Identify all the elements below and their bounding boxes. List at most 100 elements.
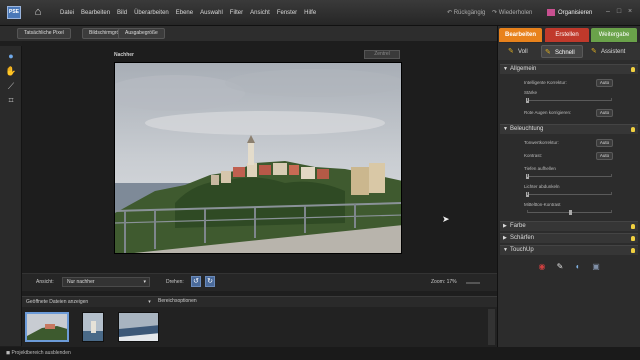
rotate-label: Drehen: xyxy=(166,279,184,285)
whiten-teeth-tool-icon[interactable]: ✎ xyxy=(554,262,566,272)
bin-show-select[interactable]: Geöffnete Dateien anzeigen ▾ xyxy=(26,298,154,306)
menu-file[interactable]: Datei xyxy=(60,10,74,16)
shadows-label: Tiefen aufhellen xyxy=(524,166,556,171)
rotate-right-button[interactable]: ↻ xyxy=(205,276,215,287)
highlights-ticks xyxy=(527,192,612,195)
smart-fix-auto-button[interactable]: Auto xyxy=(596,79,613,87)
photo-image xyxy=(115,63,401,253)
levels-label: Tonwertkorrektur: xyxy=(524,140,559,145)
view-select-value: Nur nachher xyxy=(67,279,95,285)
brush-icon: ✎ xyxy=(545,49,551,56)
after-label: Nachher xyxy=(114,52,135,58)
levels-auto-button[interactable]: Auto xyxy=(596,139,613,147)
red-eye-tool-icon[interactable]: ◉ xyxy=(536,262,548,272)
bin-thumbnail[interactable] xyxy=(118,312,159,342)
main-menu: Datei Bearbeiten Bild Überarbeiten Ebene… xyxy=(60,10,316,16)
menu-select[interactable]: Auswahl xyxy=(200,10,223,16)
tab-edit[interactable]: Bearbeiten xyxy=(499,28,542,42)
photo-canvas[interactable] xyxy=(114,62,402,254)
bulb-icon xyxy=(631,236,635,241)
menu-edit[interactable]: Bearbeiten xyxy=(81,10,110,16)
mouse-cursor-icon: ➤ xyxy=(442,214,450,224)
black-white-tool-icon[interactable]: ▣ xyxy=(590,262,602,272)
maximize-icon[interactable]: □ xyxy=(615,8,623,16)
hand-tool-icon[interactable]: ✋ xyxy=(4,65,18,78)
bin-scrollbar[interactable] xyxy=(488,309,495,345)
blue-sky-tool-icon[interactable]: ◐ xyxy=(572,262,584,272)
triangle-down-icon: ▼ xyxy=(503,126,508,132)
highlights-label: Lichter abdunkeln xyxy=(524,184,560,189)
bulb-icon xyxy=(631,248,635,253)
brush-icon: ✎ xyxy=(508,48,514,55)
section-color[interactable]: ▶ Farbe xyxy=(500,221,638,231)
zoom-tool-icon[interactable]: ● xyxy=(4,50,18,63)
home-icon[interactable]: ⌂ xyxy=(31,6,45,19)
view-label: Ansicht: xyxy=(36,279,54,285)
subtab-quick[interactable]: ✎ Schnell xyxy=(541,45,583,58)
close-icon[interactable]: × xyxy=(626,8,634,16)
zoom-value: 17% xyxy=(446,279,457,285)
menu-filter[interactable]: Filter xyxy=(230,10,243,16)
triangle-down-icon: ▼ xyxy=(503,66,508,72)
midtone-ticks xyxy=(527,210,612,213)
undo-button[interactable]: ↶ Rückgängig xyxy=(447,9,485,16)
print-size-button[interactable]: Ausgabegröße xyxy=(118,28,165,39)
redo-button[interactable]: ↷ Wiederholen xyxy=(492,9,532,16)
actual-pixels-button[interactable]: Tatsächliche Pixel xyxy=(17,28,71,39)
status-text: Projektbereich ausblenden xyxy=(11,350,71,356)
menu-view[interactable]: Ansicht xyxy=(250,10,270,16)
subtab-guided[interactable]: ✎ Assistent xyxy=(588,45,634,58)
bin-select-value: Geöffnete Dateien anzeigen xyxy=(26,299,89,305)
bin-thumbnail[interactable] xyxy=(25,312,69,342)
section-sharpen-title: Schärfen xyxy=(510,235,535,241)
chevron-down-icon: ▾ xyxy=(143,279,146,285)
bin-thumbnail[interactable] xyxy=(82,312,104,342)
subtab-quick-label: Schnell xyxy=(555,50,575,56)
menu-window[interactable]: Fenster xyxy=(277,10,297,16)
zoom-readout: Zoom: 17% xyxy=(431,279,457,285)
app-logo-icon[interactable]: PSE xyxy=(7,6,21,19)
smart-fix-label: Intelligente Korrektur: xyxy=(524,80,567,85)
thumbnail-image xyxy=(119,313,158,341)
subtab-full-label: Voll xyxy=(518,49,528,55)
undo-icon: ↶ xyxy=(447,10,454,16)
contrast-label: Kontrast: xyxy=(524,153,543,158)
view-select[interactable]: Nur nachher ▾ xyxy=(62,277,150,287)
red-eye-auto-button[interactable]: Auto xyxy=(596,109,613,117)
tab-create[interactable]: Erstellen xyxy=(545,28,589,42)
crop-tool-icon[interactable]: ⌗ xyxy=(4,94,18,107)
organizer-label: Organisieren xyxy=(558,10,593,17)
section-touchup[interactable]: ▼ TouchUp xyxy=(500,245,638,255)
section-sharpen[interactable]: ▶ Schärfen xyxy=(500,233,638,243)
zoom-box[interactable]: Zentrel xyxy=(364,50,400,59)
section-lighting-title: Beleuchtung xyxy=(510,126,544,132)
quick-selection-tool-icon[interactable]: ⟋ xyxy=(4,80,18,93)
section-general-title: Allgemein xyxy=(510,66,537,72)
tab-share[interactable]: Weitergabe xyxy=(591,28,637,42)
options-bar xyxy=(0,26,497,41)
bin-options-menu[interactable]: Bereichsoptionen xyxy=(158,298,197,304)
hide-bin-toggle[interactable]: ◼ Projektbereich ausblenden xyxy=(6,350,71,356)
menu-help[interactable]: Hilfe xyxy=(304,10,316,16)
minimize-icon[interactable]: – xyxy=(604,8,612,16)
thumbnail-image xyxy=(27,314,67,340)
contrast-auto-button[interactable]: Auto xyxy=(596,152,613,160)
chevron-down-icon: ▾ xyxy=(148,299,151,305)
rotate-left-button[interactable]: ↺ xyxy=(191,276,201,287)
section-lighting[interactable]: ▼ Beleuchtung xyxy=(500,124,638,134)
organizer-button[interactable]: Organisieren xyxy=(547,9,592,16)
menu-image[interactable]: Bild xyxy=(117,10,127,16)
section-touchup-title: TouchUp xyxy=(510,247,534,253)
zoom-slider[interactable] xyxy=(466,282,480,284)
section-color-title: Farbe xyxy=(510,223,526,229)
rotate-left-icon: ↺ xyxy=(193,278,199,285)
subtab-full[interactable]: ✎ Voll xyxy=(505,45,539,58)
right-panel xyxy=(497,26,640,347)
section-general[interactable]: ▼ Allgemein xyxy=(500,64,638,74)
menu-layer[interactable]: Ebene xyxy=(176,10,193,16)
thumbnail-image xyxy=(83,313,103,341)
midtone-label: Mitteltton-Kontrast xyxy=(524,202,561,207)
menu-enhance[interactable]: Überarbeiten xyxy=(134,10,169,16)
rotate-right-icon: ↻ xyxy=(207,278,213,285)
bulb-icon xyxy=(631,67,635,72)
